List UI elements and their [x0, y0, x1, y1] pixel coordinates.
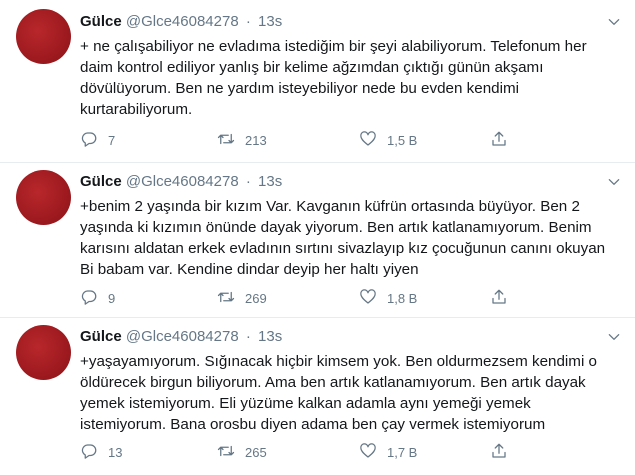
- share-icon: [490, 130, 508, 151]
- tweet-header: Gülce @Glce46084278 · 13s: [80, 172, 282, 192]
- chevron-down-icon[interactable]: [607, 330, 621, 344]
- tweet-text-line: +benim 2 yaşında bir kızım Var. Kavganın…: [80, 198, 580, 215]
- tweet[interactable]: Gülce @Glce46084278 · 13s + ne çalışabil…: [0, 0, 635, 163]
- heart-icon: [359, 442, 377, 463]
- share-icon: [490, 288, 508, 309]
- tweet-actions: 9 269 1,8 B: [80, 288, 620, 308]
- reply-icon: [80, 130, 98, 151]
- timestamp[interactable]: 13s: [258, 328, 282, 345]
- avatar[interactable]: [16, 325, 71, 380]
- share-button[interactable]: [490, 442, 508, 462]
- like-button[interactable]: 1,5 B: [359, 130, 417, 150]
- tweet-actions: 13 265 1,7 B: [80, 442, 620, 462]
- separator: ·: [245, 13, 251, 30]
- retweet-button[interactable]: 269: [217, 288, 267, 308]
- tweet-text-line: yaşında ki kızımın önünde dayak yiyorum.…: [80, 219, 592, 236]
- retweet-icon: [217, 130, 235, 151]
- like-count: 1,7 B: [387, 444, 418, 460]
- share-button[interactable]: [490, 130, 508, 150]
- avatar[interactable]: [16, 9, 71, 64]
- tweet[interactable]: Gülce @Glce46084278 · 13s +benim 2 yaşın…: [0, 163, 635, 318]
- user-handle[interactable]: @Glce46084278: [126, 328, 239, 345]
- timestamp[interactable]: 13s: [258, 173, 282, 190]
- display-name[interactable]: Gülce: [80, 13, 122, 30]
- reply-button[interactable]: 13: [80, 442, 122, 462]
- display-name[interactable]: Gülce: [80, 328, 122, 345]
- tweet-text: +yaşayamıyorum. Sığınacak hiçbir kimsem …: [80, 351, 625, 435]
- tweet-text-line: istemiyorum. Bana orosbu diyen adama ben…: [80, 416, 546, 433]
- share-button[interactable]: [490, 288, 508, 308]
- tweet-text-line: dövülüyorum. Ben ne yardım isteyebiliyor…: [80, 80, 519, 97]
- tweet[interactable]: Gülce @Glce46084278 · 13s +yaşayamıyorum…: [0, 318, 635, 475]
- tweet-text-line: öldürecek birgun biliyorum. Ama ben artı…: [80, 374, 586, 391]
- reply-button[interactable]: 7: [80, 130, 115, 150]
- tweet-text-line: + ne çalışabiliyor ne evladıma istediğim…: [80, 38, 587, 55]
- tweet-text-line: kurtarabiliyorum.: [80, 101, 193, 118]
- tweet-text-line: karısını aldatan erkek evladının sırtını…: [80, 240, 606, 257]
- retweet-count: 269: [245, 290, 267, 306]
- retweet-icon: [217, 442, 235, 463]
- heart-icon: [359, 130, 377, 151]
- display-name[interactable]: Gülce: [80, 173, 122, 190]
- reply-count: 9: [108, 290, 116, 306]
- heart-icon: [359, 288, 377, 309]
- tweet-actions: 7 213 1,5 B: [80, 130, 620, 150]
- tweet-text-line: daim kontrol ediliyor yanlış bir kelime …: [80, 59, 544, 76]
- chevron-down-icon[interactable]: [607, 175, 621, 189]
- share-icon: [490, 442, 508, 463]
- separator: ·: [245, 173, 251, 190]
- timestamp[interactable]: 13s: [258, 13, 282, 30]
- like-button[interactable]: 1,8 B: [359, 288, 417, 308]
- chevron-down-icon[interactable]: [607, 15, 621, 29]
- tweet-text: + ne çalışabiliyor ne evladıma istediğim…: [80, 36, 625, 120]
- like-button[interactable]: 1,7 B: [359, 442, 417, 462]
- separator: ·: [245, 328, 251, 345]
- user-handle[interactable]: @Glce46084278: [126, 173, 239, 190]
- reply-icon: [80, 288, 98, 309]
- avatar[interactable]: [16, 170, 71, 225]
- like-count: 1,5 B: [387, 132, 418, 148]
- tweet-text-line: yemek istemiyorum. Eli yüzüme kalkan ada…: [80, 395, 531, 412]
- retweet-count: 213: [245, 132, 267, 148]
- tweet-text-line: +yaşayamıyorum. Sığınacak hiçbir kimsem …: [80, 353, 597, 370]
- retweet-button[interactable]: 213: [217, 130, 267, 150]
- reply-count: 7: [108, 132, 116, 148]
- tweet-header: Gülce @Glce46084278 · 13s: [80, 327, 282, 347]
- tweet-header: Gülce @Glce46084278 · 13s: [80, 12, 282, 32]
- user-handle[interactable]: @Glce46084278: [126, 13, 239, 30]
- tweet-text: +benim 2 yaşında bir kızım Var. Kavganın…: [80, 196, 625, 280]
- reply-count: 13: [108, 444, 123, 460]
- tweet-text-line: Bi babam var. Kendine dindar deyip her h…: [80, 261, 419, 278]
- like-count: 1,8 B: [387, 290, 418, 306]
- retweet-icon: [217, 288, 235, 309]
- reply-icon: [80, 442, 98, 463]
- retweet-count: 265: [245, 444, 267, 460]
- reply-button[interactable]: 9: [80, 288, 115, 308]
- retweet-button[interactable]: 265: [217, 442, 267, 462]
